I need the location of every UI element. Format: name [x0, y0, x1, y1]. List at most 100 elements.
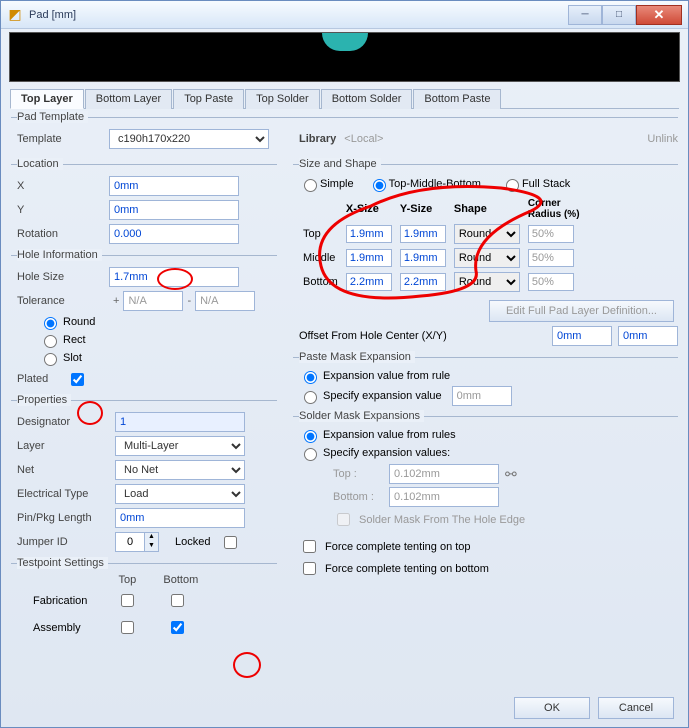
x-input[interactable]	[109, 176, 239, 196]
mid-ysize-input[interactable]	[400, 249, 446, 267]
pin-pkg-length-label: Pin/Pkg Length	[17, 512, 115, 524]
mid-xsize-input[interactable]	[346, 249, 392, 267]
solder-top-label: Top :	[333, 468, 389, 480]
locked-checkbox[interactable]	[224, 536, 237, 549]
hole-size-input[interactable]	[109, 267, 239, 287]
link-icon[interactable]: ⚯	[505, 466, 517, 483]
titlebar[interactable]: ◩ Pad [mm] ─ □ ✕	[1, 1, 688, 29]
tolerance-minus-input[interactable]	[195, 291, 255, 311]
annotation-circle-assembly-bottom	[233, 652, 261, 678]
hole-shape-rect-radio[interactable]	[44, 335, 57, 348]
bot-shape-select[interactable]: Round	[454, 272, 520, 292]
pad-template-title: Pad Template	[17, 111, 88, 123]
tab-bottom-solder[interactable]: Bottom Solder	[321, 89, 413, 109]
net-label: Net	[17, 464, 115, 476]
library-value: <Local>	[344, 133, 383, 145]
mode-tmb-radio[interactable]	[373, 179, 386, 192]
pad-dialog-window: ◩ Pad [mm] ─ □ ✕ Top Layer Bottom Layer …	[0, 0, 689, 728]
pin-pkg-length-input[interactable]	[115, 508, 245, 528]
assembly-top-checkbox[interactable]	[121, 621, 134, 634]
force-tenting-bottom-checkbox[interactable]	[303, 562, 316, 575]
row-bottom-label: Bottom	[299, 270, 342, 294]
force-tenting-top-checkbox[interactable]	[303, 540, 316, 553]
cancel-button[interactable]: Cancel	[598, 697, 674, 719]
jumper-up-icon[interactable]: ▲	[144, 533, 158, 542]
pad-preview-canvas[interactable]	[9, 32, 680, 82]
locked-label: Locked	[175, 536, 210, 548]
jumper-id-input[interactable]	[116, 533, 144, 551]
solder-from-rules-radio[interactable]	[304, 430, 317, 443]
hole-shape-slot-radio[interactable]	[44, 353, 57, 366]
x-label: X	[17, 180, 109, 192]
mode-fullstack-label: Full Stack	[522, 178, 570, 190]
tolerance-plus-sign: +	[113, 295, 119, 307]
offset-x-input[interactable]	[552, 326, 612, 346]
mid-shape-select[interactable]: Round	[454, 248, 520, 268]
electrical-type-select[interactable]: Load	[115, 484, 245, 504]
offset-label: Offset From Hole Center (X/Y)	[299, 330, 552, 342]
mode-fullstack-radio[interactable]	[506, 179, 519, 192]
ok-button[interactable]: OK	[514, 697, 590, 719]
fabrication-top-checkbox[interactable]	[121, 594, 134, 607]
mode-simple-radio[interactable]	[304, 179, 317, 192]
hole-shape-round-radio[interactable]	[44, 317, 57, 330]
top-xsize-input[interactable]	[346, 225, 392, 243]
jumper-down-icon[interactable]: ▼	[144, 542, 158, 551]
y-input[interactable]	[109, 200, 239, 220]
paste-specify-radio[interactable]	[304, 391, 317, 404]
hole-size-label: Hole Size	[17, 271, 109, 283]
maximize-button[interactable]: □	[602, 5, 636, 25]
rotation-input[interactable]	[109, 224, 239, 244]
hole-shape-slot-label: Slot	[63, 352, 82, 364]
tab-top-paste[interactable]: Top Paste	[173, 89, 244, 109]
paste-specify-label: Specify expansion value	[323, 390, 442, 402]
tab-bottom-paste[interactable]: Bottom Paste	[413, 89, 501, 109]
layer-label: Layer	[17, 440, 115, 452]
net-select[interactable]: No Net	[115, 460, 245, 480]
layer-select[interactable]: Multi-Layer	[115, 436, 245, 456]
hole-shape-round-label: Round	[63, 316, 95, 328]
minimize-button[interactable]: ─	[568, 5, 602, 25]
window-title: Pad [mm]	[29, 9, 568, 21]
close-button[interactable]: ✕	[636, 5, 682, 25]
solder-bottom-label: Bottom :	[333, 491, 389, 503]
solder-top-input	[389, 464, 499, 484]
designator-label: Designator	[17, 416, 115, 428]
bot-ysize-input[interactable]	[400, 273, 446, 291]
bot-corner-input	[528, 273, 574, 291]
solder-mask-title: Solder Mask Expansions	[299, 410, 424, 422]
unlink-link[interactable]: Unlink	[647, 133, 678, 145]
tab-top-solder[interactable]: Top Solder	[245, 89, 320, 109]
designator-input[interactable]	[115, 412, 245, 432]
pad-icon: ◩	[7, 7, 23, 23]
top-ysize-input[interactable]	[400, 225, 446, 243]
jumper-id-stepper[interactable]: ▲▼	[115, 532, 159, 552]
mid-corner-input	[528, 249, 574, 267]
paste-from-rule-label: Expansion value from rule	[323, 370, 450, 382]
solder-specify-radio[interactable]	[304, 448, 317, 461]
bot-xsize-input[interactable]	[346, 273, 392, 291]
tab-top-layer[interactable]: Top Layer	[10, 89, 84, 109]
mode-simple-label: Simple	[320, 178, 354, 190]
location-title: Location	[17, 158, 63, 170]
solder-mask-group: Solder Mask Expansions Expansion value f…	[293, 416, 678, 585]
properties-title: Properties	[17, 394, 71, 406]
paste-from-rule-radio[interactable]	[304, 371, 317, 384]
plated-label: Plated	[17, 373, 67, 385]
solder-from-hole-edge-checkbox	[337, 513, 350, 526]
testpoint-bottom-header: Bottom	[153, 574, 208, 586]
location-group: Location X Y Rotation	[11, 164, 277, 251]
hole-information-group: Hole Information Hole Size Tolerance + -…	[11, 255, 277, 396]
plated-checkbox[interactable]	[71, 373, 84, 386]
solder-specify-label: Specify expansion values:	[323, 447, 450, 459]
offset-y-input[interactable]	[618, 326, 678, 346]
tab-bottom-layer[interactable]: Bottom Layer	[85, 89, 172, 109]
col-shape: Shape	[450, 196, 524, 222]
fabrication-bottom-checkbox[interactable]	[171, 594, 184, 607]
top-corner-input	[528, 225, 574, 243]
mode-tmb-label: Top-Middle-Bottom	[389, 178, 481, 190]
assembly-bottom-checkbox[interactable]	[171, 621, 184, 634]
tolerance-plus-input[interactable]	[123, 291, 183, 311]
template-select[interactable]: c190h170x220	[109, 129, 269, 149]
top-shape-select[interactable]: Round	[454, 224, 520, 244]
